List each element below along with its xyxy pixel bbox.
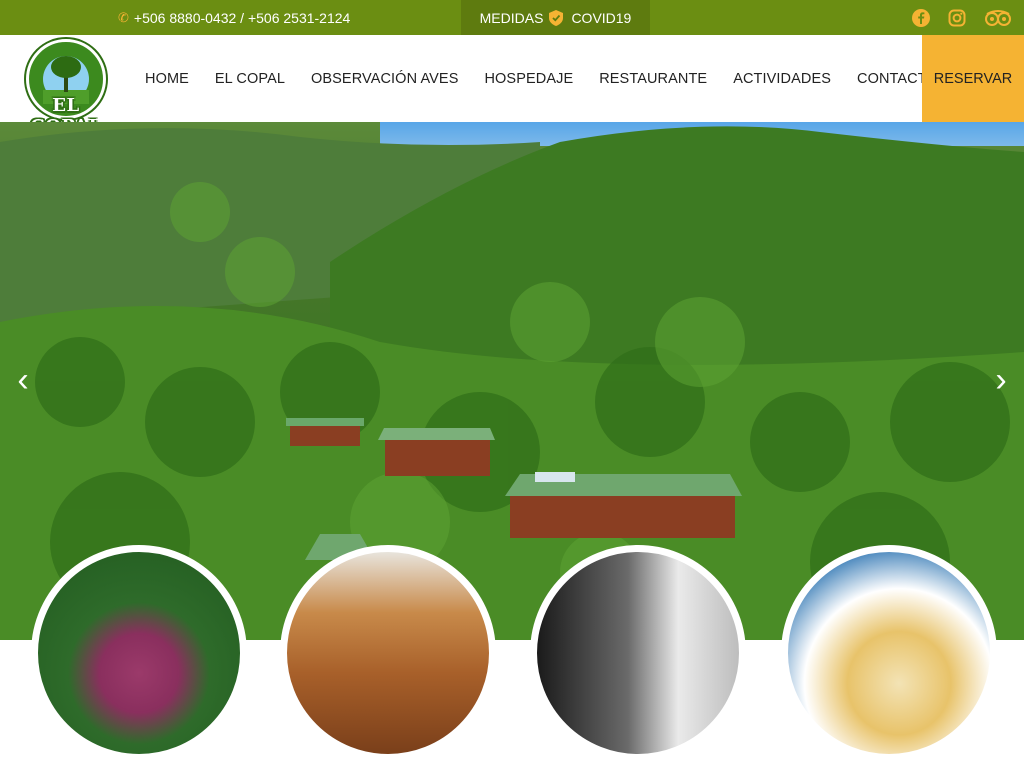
slider-next-arrow[interactable]: › bbox=[986, 360, 1016, 400]
nav-item-restaurante[interactable]: RESTAURANTE bbox=[586, 71, 720, 87]
social-links bbox=[912, 0, 1012, 35]
main-menu: HOME EL COPAL OBSERVACIÓN AVES HOSPEDAJE… bbox=[132, 35, 951, 122]
thumb-lodging[interactable] bbox=[280, 545, 496, 761]
nav-item-observacion-aves[interactable]: OBSERVACIÓN AVES bbox=[298, 71, 471, 87]
nav-item-actividades[interactable]: ACTIVIDADES bbox=[720, 71, 844, 87]
phone-numbers[interactable]: ✆ +506 8880-0432 / +506 2531-2124 bbox=[118, 0, 350, 35]
nav-item-home[interactable]: HOME bbox=[132, 71, 202, 87]
thumb-activities[interactable] bbox=[530, 545, 746, 761]
el-copal-logo[interactable]: EL COPAL bbox=[14, 39, 118, 137]
nav-item-el-copal[interactable]: EL COPAL bbox=[202, 71, 298, 87]
covid-measures-link[interactable]: MEDIDAS COVID19 bbox=[461, 0, 650, 35]
tripadvisor-icon[interactable] bbox=[984, 9, 1012, 27]
phone-icon: ✆ bbox=[118, 9, 129, 25]
covid-label: COVID19 bbox=[571, 9, 632, 26]
main-navbar: EL COPAL HOME EL COPAL OBSERVACIÓN AVES … bbox=[0, 35, 1024, 137]
shield-icon bbox=[549, 9, 564, 26]
facebook-icon[interactable] bbox=[912, 8, 930, 27]
nav-item-hospedaje[interactable]: HOSPEDAJE bbox=[471, 71, 586, 87]
slider-prev-arrow[interactable]: ‹ bbox=[8, 360, 38, 400]
tree-icon bbox=[51, 56, 81, 78]
phone-text: +506 8880-0432 / +506 2531-2124 bbox=[133, 9, 351, 26]
thumb-birdwatching[interactable] bbox=[31, 545, 247, 761]
top-bar: ✆ +506 8880-0432 / +506 2531-2124 MEDIDA… bbox=[0, 0, 1024, 35]
reservar-button[interactable]: RESERVAR bbox=[922, 35, 1024, 122]
medidas-label: MEDIDAS bbox=[479, 9, 544, 26]
instagram-icon[interactable] bbox=[948, 9, 966, 27]
thumb-restaurant[interactable] bbox=[781, 545, 997, 761]
